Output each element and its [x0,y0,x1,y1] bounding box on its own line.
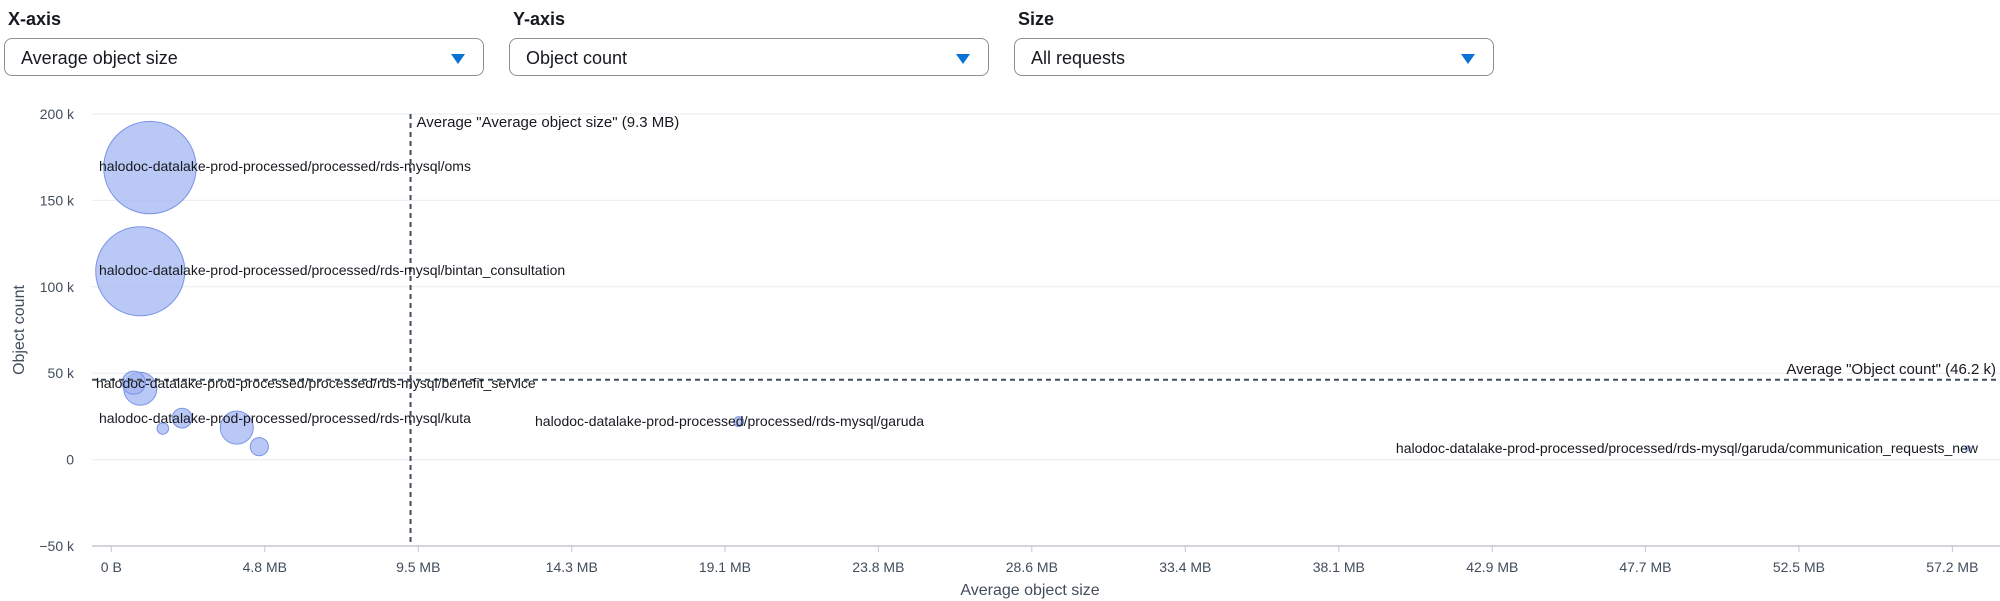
x-tick-label: 23.8 MB [852,559,904,575]
y-tick-label: 150 k [40,192,75,208]
x-tick-label: 4.8 MB [243,559,287,575]
bubble-label: halodoc-datalake-prod-processed/processe… [99,410,471,426]
x-tick-label: 9.5 MB [396,559,440,575]
average-x-reference-label: Average "Average object size" (9.3 MB) [417,114,680,131]
x-axis-title: Average object size [960,582,1099,599]
y-tick-label: −50 k [39,538,75,554]
bubble [249,437,269,457]
x-tick-label: 33.4 MB [1159,559,1211,575]
bubble-label: halodoc-datalake-prod-processed/processe… [535,413,924,429]
x-tick-label: 19.1 MB [699,559,751,575]
bubble-label: halodoc-datalake-prod-processed/processe… [96,375,536,391]
x-tick-label: 52.5 MB [1773,559,1825,575]
x-tick-label: 0 B [101,559,122,575]
bubble-label: halodoc-datalake-prod-processed/processe… [1396,440,1979,456]
x-tick-label: 57.2 MB [1926,559,1978,575]
y-tick-label: 0 [66,452,74,468]
y-tick-label: 50 k [48,365,75,381]
x-tick-label: 38.1 MB [1313,559,1365,575]
x-tick-label: 28.6 MB [1006,559,1058,575]
bubble-label: halodoc-datalake-prod-processed/processe… [99,262,565,278]
scatter-chart: 200 k 150 k 100 k 50 k 0 −50 k 0 B 4.8 MB 9.5 MB… [11,106,2000,599]
y-axis-title: Object count [11,285,28,375]
x-tick-label: 47.7 MB [1619,559,1671,575]
x-tick-label: 14.3 MB [546,559,598,575]
bubble-label: halodoc-datalake-prod-processed/processe… [99,158,471,174]
average-y-reference-label: Average "Object count" (46.2 k) [1786,361,1996,378]
x-tick-label: 42.9 MB [1466,559,1518,575]
y-tick-label: 100 k [40,279,75,295]
y-tick-label: 200 k [40,106,75,122]
